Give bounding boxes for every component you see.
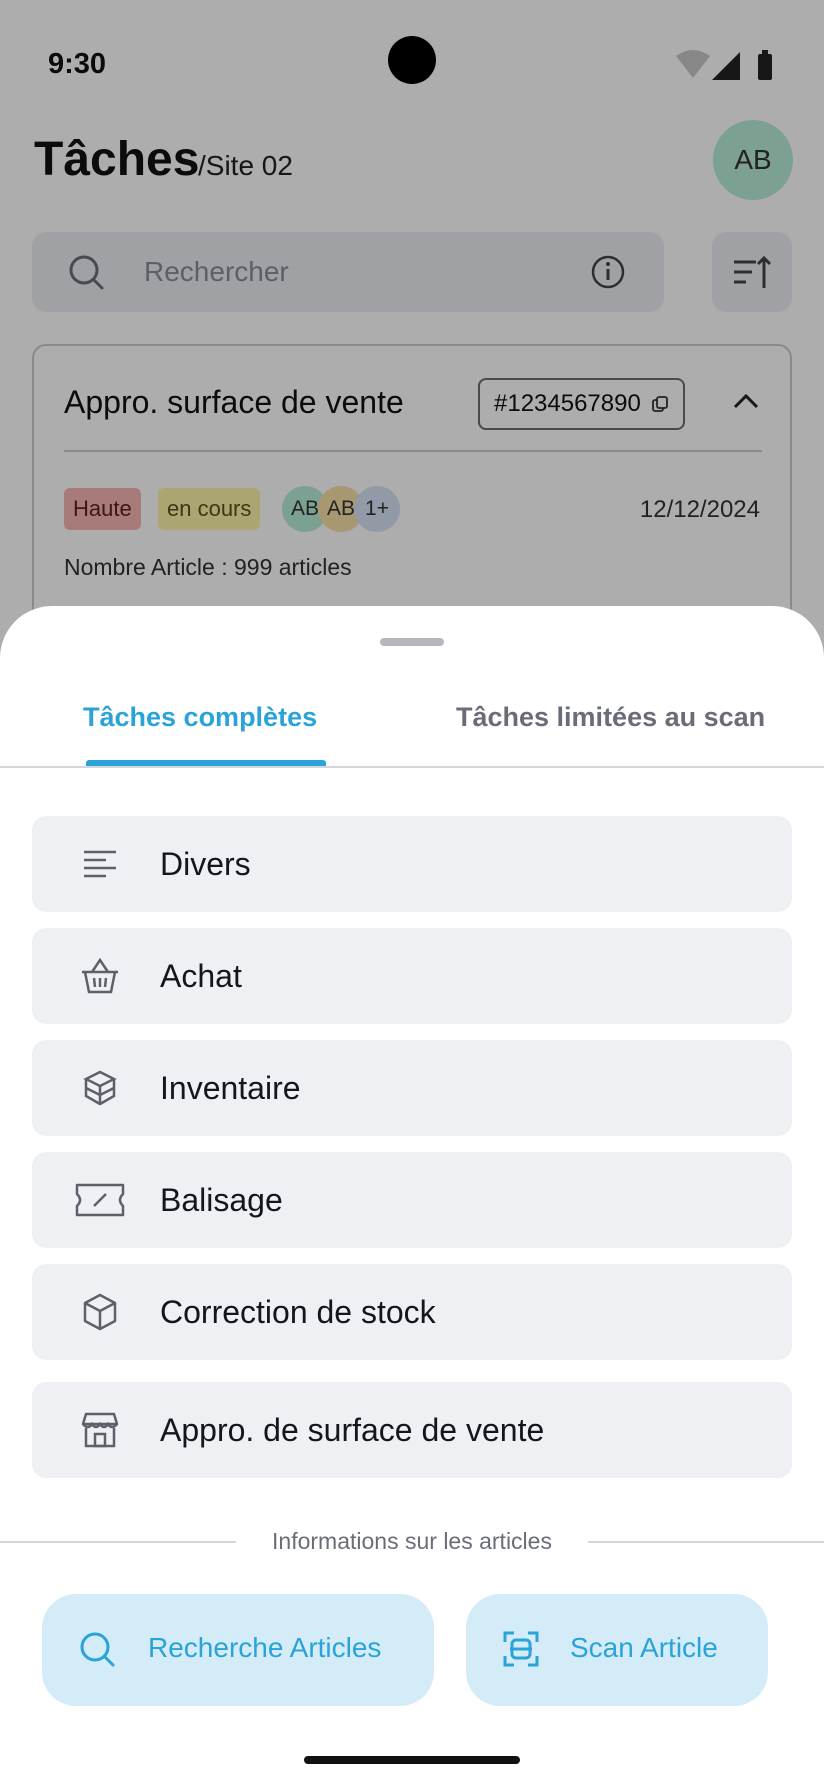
section-divider — [0, 1541, 236, 1543]
task-type-balisage[interactable]: Balisage — [32, 1152, 792, 1248]
tabs-divider — [0, 766, 824, 768]
task-type-label: Divers — [160, 846, 251, 882]
boxes-icon — [83, 1070, 117, 1106]
tab-scan-limited-tasks[interactable]: Tâches limitées au scan — [456, 702, 765, 733]
box-icon — [83, 1293, 117, 1331]
drag-handle[interactable] — [380, 638, 444, 646]
task-type-achat[interactable]: Achat — [32, 928, 792, 1024]
bottom-sheet: Tâches complètes Tâches limitées au scan… — [0, 606, 824, 1784]
basket-icon — [82, 957, 118, 994]
scan-icon — [503, 1631, 539, 1667]
section-divider — [588, 1541, 824, 1543]
search-articles-label: Recherche Articles — [148, 1632, 382, 1663]
scan-article-label: Scan Article — [570, 1632, 718, 1663]
task-type-label: Correction de stock — [160, 1294, 436, 1330]
search-articles-button[interactable]: Recherche Articles — [42, 1594, 434, 1706]
store-icon — [81, 1412, 119, 1448]
lines-icon — [84, 850, 116, 878]
task-type-label: Balisage — [160, 1182, 283, 1218]
search-icon — [80, 1632, 115, 1667]
section-label: Informations sur les articles — [272, 1528, 552, 1554]
task-type-label: Appro. de surface de vente — [160, 1412, 545, 1448]
ticket-icon — [75, 1183, 125, 1217]
task-type-appro-surface[interactable]: Appro. de surface de vente — [32, 1382, 792, 1478]
scan-article-button[interactable]: Scan Article — [466, 1594, 768, 1706]
tab-full-tasks[interactable]: Tâches complètes — [83, 702, 317, 733]
task-type-inventaire[interactable]: Inventaire — [32, 1040, 792, 1136]
task-type-label: Inventaire — [160, 1070, 301, 1106]
home-indicator[interactable] — [304, 1756, 520, 1764]
task-type-divers[interactable]: Divers — [32, 816, 792, 912]
task-type-correction-stock[interactable]: Correction de stock — [32, 1264, 792, 1360]
task-type-label: Achat — [160, 958, 242, 994]
